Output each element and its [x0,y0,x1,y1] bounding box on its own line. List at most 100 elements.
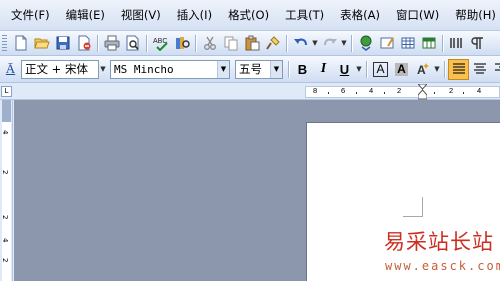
menu-view[interactable]: 视图(V) [113,0,169,31]
cut-button[interactable] [199,33,220,54]
printer-icon [104,35,119,51]
align-center-button[interactable] [469,59,490,80]
undo-dropdown-arrow[interactable]: ▼ [311,33,319,54]
open-button[interactable] [31,33,52,54]
ruler-number: 4 [1,238,9,243]
print-button[interactable] [101,33,122,54]
align-justify-icon [452,63,465,74]
underline-dropdown-arrow[interactable]: ▼ [355,59,363,80]
tables-borders-button[interactable] [376,33,397,54]
toolbar-grip[interactable] [2,34,7,52]
menu-bar: 文件(F) 编辑(E) 视图(V) 插入(I) 格式(O) 工具(T) 表格(A… [0,0,500,31]
new-document-icon [15,35,26,51]
toolbar-separator [444,60,445,78]
show-formatting-button[interactable] [467,33,488,54]
italic-button[interactable]: I [313,59,334,80]
ruler-tick [328,92,329,94]
menu-window[interactable]: 窗口(W) [388,0,447,31]
show-hide-marks-icon [470,37,483,49]
horizontal-ruler-bar: L 8 6 4 2 2 4 [0,83,500,100]
folder-open-icon [33,38,50,49]
menu-tools[interactable]: 工具(T) [277,0,332,31]
text-boundary-corner [403,197,423,217]
copy-icon [224,36,237,51]
indent-marker-icon[interactable] [418,84,427,100]
watermark-text: 易采站长站 [384,230,494,254]
font-value: MS Mincho [114,62,174,76]
excel-worksheet-icon [422,37,435,49]
copy-button[interactable] [220,33,241,54]
horizontal-ruler[interactable]: 8 6 4 2 2 4 [305,84,500,100]
hyperlink-globe-icon [360,35,371,51]
character-shading-label: A [395,61,408,76]
insert-excel-button[interactable] [418,33,439,54]
ruler-number: 2 [1,258,9,263]
permission-icon [78,35,90,51]
ruler-number: 2 [1,215,9,220]
paste-button[interactable] [241,33,262,54]
clipboard-paste-icon [245,35,259,51]
toolbar-separator [146,34,147,52]
text-effects-button[interactable]: A [412,59,433,80]
ruler-tick [384,92,385,94]
research-button[interactable] [171,33,192,54]
align-justify-button[interactable] [448,58,469,80]
ruler-number: 8 [313,86,318,95]
style-dropdown-arrow[interactable]: ▼ [99,59,107,80]
align-center-icon [473,63,486,74]
tab-selector[interactable]: L [1,86,12,97]
ruler-number: 2 [449,86,454,95]
ruler-number: 4 [1,130,9,135]
styles-pane-button[interactable]: Ā [0,59,21,80]
character-border-label: A [373,61,388,77]
menu-insert[interactable]: 插入(I) [169,0,220,31]
document-page[interactable] [306,122,500,281]
toolbar-separator [97,34,98,52]
menu-format[interactable]: 格式(O) [220,0,277,31]
undo-button[interactable] [290,33,311,54]
text-effects-dropdown-arrow[interactable]: ▼ [433,59,441,80]
new-document-button[interactable] [10,33,31,54]
hyperlink-button[interactable] [355,33,376,54]
print-preview-button[interactable] [122,33,143,54]
spelling-grammar-button[interactable]: ABC [150,33,171,54]
print-preview-icon [126,35,139,51]
toolbar-separator [195,34,196,52]
font-size-combobox[interactable]: 五号 ▼ [235,59,283,79]
underline-button[interactable]: U [334,59,355,80]
align-right-button[interactable] [490,59,500,80]
character-shading-button[interactable]: A [391,59,412,80]
menu-edit[interactable]: 编辑(E) [58,0,113,31]
text-effects-icon: A [417,63,429,77]
format-painter-button[interactable] [262,33,283,54]
bold-button[interactable]: B [292,59,313,80]
format-painter-icon [265,36,280,50]
ruler-number: 4 [369,86,374,95]
toolbar-separator [351,34,352,52]
menu-table[interactable]: 表格(A) [332,0,388,31]
table-grid-icon [401,37,414,49]
floppy-disk-icon [56,36,69,50]
menu-help[interactable]: 帮助(H) [447,0,500,31]
style-value: 正文 + 宋体 [25,62,88,76]
toolbar-separator [286,34,287,52]
permission-button[interactable] [73,33,94,54]
font-combobox[interactable]: MS Mincho ▼ [110,59,230,79]
save-button[interactable] [52,33,73,54]
font-dropdown-arrow[interactable]: ▼ [217,60,229,78]
columns-button[interactable] [446,33,467,54]
redo-dropdown-arrow[interactable]: ▼ [340,33,348,54]
character-border-button[interactable]: A [370,59,391,80]
scissors-icon [203,36,216,50]
ruler-number: 2 [1,170,9,175]
menu-file[interactable]: 文件(F) [3,0,58,31]
vertical-ruler[interactable]: 4 2 2 4 2 [0,100,13,281]
style-combobox[interactable]: 正文 + 宋体 [21,59,99,79]
formatting-toolbar: Ā 正文 + 宋体 ▼ MS Mincho ▼ 五号 ▼ B I U ▼ A A A… [0,56,500,83]
font-size-dropdown-arrow[interactable]: ▼ [270,60,282,78]
vertical-ruler-track [2,100,11,281]
toolbar-separator [366,60,367,78]
research-books-icon [175,37,190,49]
redo-button[interactable] [319,33,340,54]
insert-table-button[interactable] [397,33,418,54]
